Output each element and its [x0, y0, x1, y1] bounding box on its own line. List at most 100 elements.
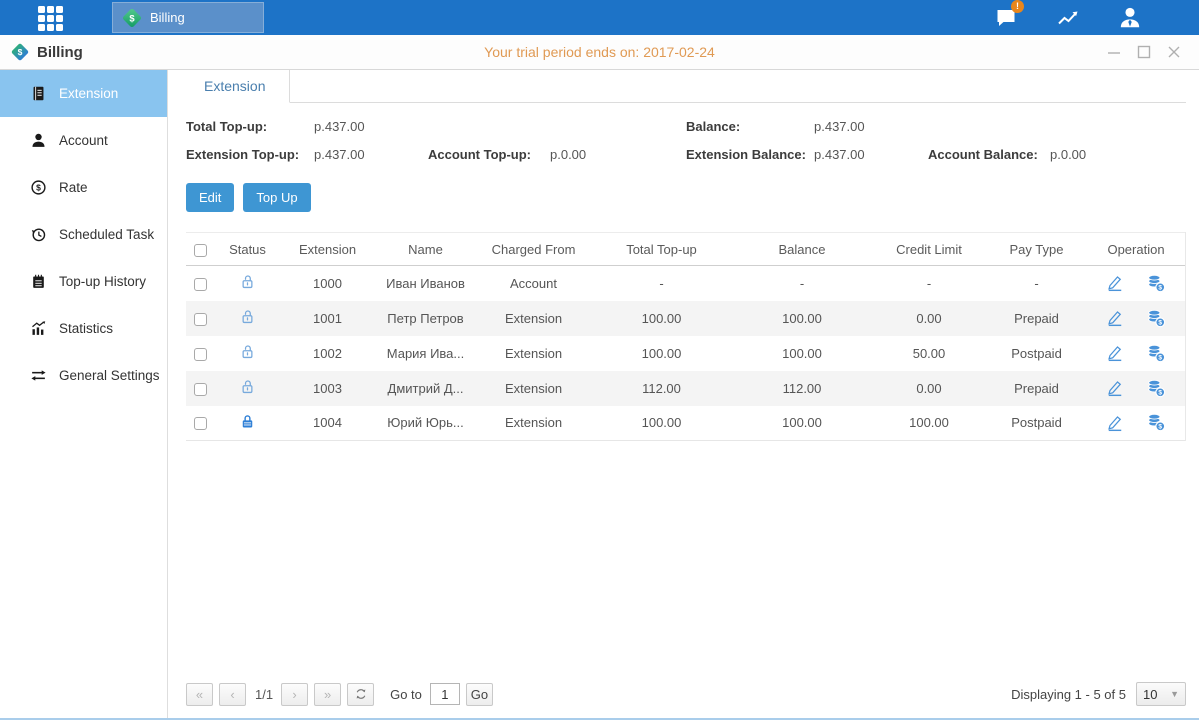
messages-icon[interactable]: ! [992, 5, 1020, 31]
chevron-down-icon: ▼ [1170, 689, 1179, 699]
sidebar-item-label: Statistics [59, 321, 113, 336]
tab-strip: Extension [186, 70, 1186, 103]
extension-cell: 1004 [280, 406, 375, 441]
edit-row-icon[interactable] [1105, 343, 1125, 363]
last-page-button[interactable]: » [314, 683, 341, 706]
trial-notice: Your trial period ends on: 2017-02-24 [0, 44, 1199, 60]
statistics-chart-icon[interactable] [1054, 5, 1082, 31]
credit-limit-cell: 0.00 [872, 301, 986, 336]
first-page-button[interactable]: « [186, 683, 213, 706]
name-cell: Дмитрий Д... [375, 371, 476, 406]
row-checkbox[interactable] [194, 313, 207, 326]
row-checkbox[interactable] [194, 278, 207, 291]
extension-balance-label: Extension Balance: [686, 147, 814, 162]
sidebar: Extension Account $ Rate Scheduled Task [0, 70, 168, 718]
row-checkbox[interactable] [194, 348, 207, 361]
taskbar-tab-label: Billing [150, 10, 185, 25]
next-page-button[interactable]: › [281, 683, 308, 706]
pay-type-cell: Prepaid [986, 301, 1087, 336]
sidebar-item-extension[interactable]: Extension [0, 70, 167, 117]
sidebar-item-label: General Settings [59, 368, 160, 383]
top-up-row-icon[interactable]: $ [1146, 378, 1167, 399]
table-row: 1003 Дмитрий Д... Extension 112.00 112.0… [186, 371, 1185, 406]
extension-table: Status Extension Name Charged From Total… [186, 232, 1186, 441]
user-icon[interactable] [1116, 5, 1144, 31]
table-row: 1001 Петр Петров Extension 100.00 100.00… [186, 301, 1185, 336]
sidebar-item-topup-history[interactable]: Top-up History [0, 258, 167, 305]
minimize-button[interactable] [1107, 45, 1121, 59]
col-balance: Balance [732, 233, 872, 266]
top-up-row-icon[interactable]: $ [1146, 343, 1167, 364]
extension-cell: 1002 [280, 336, 375, 371]
top-up-row-icon[interactable]: $ [1146, 273, 1167, 294]
maximize-button[interactable] [1137, 45, 1151, 59]
sidebar-item-statistics[interactable]: Statistics [0, 305, 167, 352]
charged-from-cell: Extension [476, 371, 591, 406]
go-button[interactable]: Go [466, 683, 493, 706]
window-title: Billing [37, 44, 83, 61]
table-row: 1002 Мария Ива... Extension 100.00 100.0… [186, 336, 1185, 371]
prev-page-button[interactable]: ‹ [219, 683, 246, 706]
unlocked-icon [238, 342, 257, 361]
account-topup-value: p.0.00 [550, 147, 686, 162]
edit-button[interactable]: Edit [186, 183, 234, 212]
select-all-checkbox[interactable] [194, 244, 207, 257]
svg-text:$: $ [1159, 354, 1163, 361]
credit-limit-cell: 0.00 [872, 371, 986, 406]
page-indicator: 1/1 [255, 687, 273, 702]
extension-topup-value: p.437.00 [314, 147, 428, 162]
dollar-circle-icon: $ [30, 179, 47, 196]
close-button[interactable] [1167, 45, 1181, 59]
page-size-select[interactable]: 10 ▼ [1136, 682, 1186, 706]
top-up-row-icon[interactable]: $ [1146, 308, 1167, 329]
top-up-row-icon[interactable]: $ [1146, 412, 1167, 433]
edit-row-icon[interactable] [1105, 378, 1125, 398]
unlocked-icon [238, 272, 257, 291]
credit-limit-cell: 50.00 [872, 336, 986, 371]
sidebar-item-rate[interactable]: $ Rate [0, 164, 167, 211]
apps-grid-icon[interactable] [38, 6, 68, 30]
balance-cell: 100.00 [732, 301, 872, 336]
clock-icon [30, 226, 47, 243]
taskbar-tab-billing[interactable]: $ Billing [112, 2, 264, 33]
ledger-icon [30, 85, 47, 102]
billing-window-icon: $ [10, 42, 30, 62]
edit-row-icon[interactable] [1105, 413, 1125, 433]
total-topup-cell: 100.00 [591, 301, 732, 336]
tab-extension[interactable]: Extension [186, 70, 290, 103]
col-charged-from: Charged From [476, 233, 591, 266]
row-checkbox[interactable] [194, 383, 207, 396]
extension-topup-label: Extension Top-up: [186, 147, 314, 162]
pay-type-cell: - [986, 266, 1087, 301]
goto-page-input[interactable] [430, 683, 460, 705]
pay-type-cell: Postpaid [986, 336, 1087, 371]
window-header: $ Billing Your trial period ends on: 201… [0, 35, 1199, 70]
notepad-icon [30, 273, 47, 290]
edit-row-icon[interactable] [1105, 273, 1125, 293]
table-body: 1000 Иван Иванов Account - - - - $ [186, 266, 1185, 441]
svg-text:$: $ [1159, 424, 1163, 431]
account-topup-label: Account Top-up: [428, 147, 550, 162]
sidebar-item-scheduled-task[interactable]: Scheduled Task [0, 211, 167, 258]
pay-type-cell: Postpaid [986, 406, 1087, 441]
sidebar-item-label: Rate [59, 180, 88, 195]
sidebar-item-label: Scheduled Task [59, 227, 154, 242]
account-balance-label: Account Balance: [928, 147, 1050, 162]
col-extension: Extension [280, 233, 375, 266]
edit-row-icon[interactable] [1105, 308, 1125, 328]
svg-text:$: $ [1159, 319, 1163, 326]
total-topup-cell: 112.00 [591, 371, 732, 406]
name-cell: Юрий Юрь... [375, 406, 476, 441]
row-checkbox[interactable] [194, 417, 207, 430]
balance-value: p.437.00 [814, 119, 928, 134]
refresh-button[interactable] [347, 683, 374, 706]
total-topup-cell: 100.00 [591, 406, 732, 441]
top-up-button[interactable]: Top Up [243, 183, 310, 212]
charged-from-cell: Extension [476, 406, 591, 441]
sidebar-item-general-settings[interactable]: General Settings [0, 352, 167, 399]
sidebar-item-account[interactable]: Account [0, 117, 167, 164]
sidebar-item-label: Account [59, 133, 108, 148]
svg-text:$: $ [36, 183, 41, 193]
total-topup-cell: - [591, 266, 732, 301]
pagination-bar: « ‹ 1/1 › » Go to Go Displaying 1 - 5 of… [186, 672, 1186, 718]
